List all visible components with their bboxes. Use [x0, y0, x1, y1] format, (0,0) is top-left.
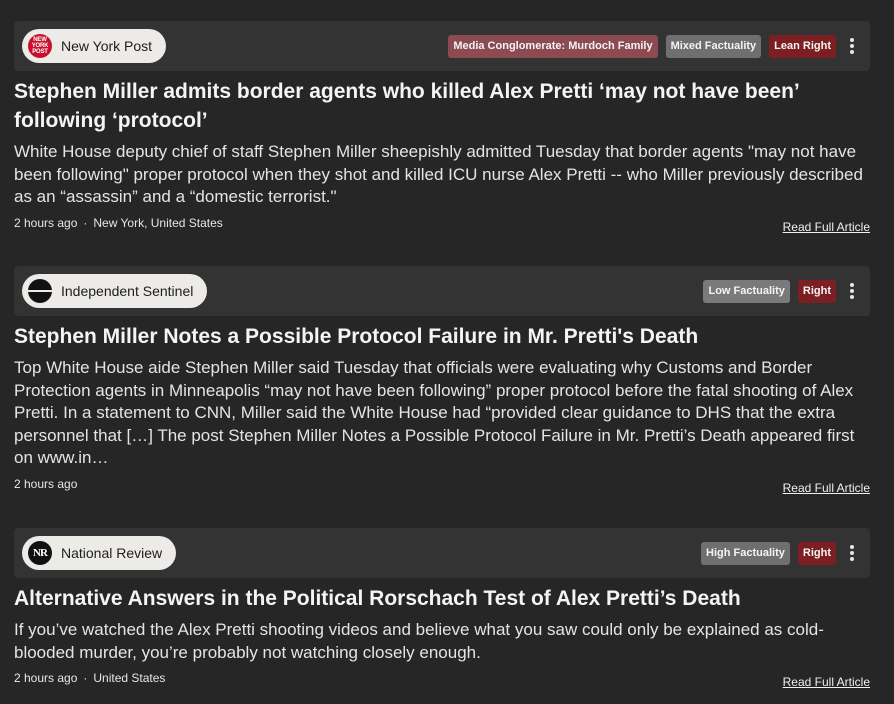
new-york-post-logo: NEW YORK POST — [28, 34, 52, 58]
factuality-badge[interactable]: High Factuality — [701, 541, 790, 565]
bias-badge[interactable]: Lean Right — [769, 34, 836, 58]
bias-badge[interactable]: Right — [797, 279, 836, 303]
article-meta: 2 hours ago Read Full Article — [14, 477, 870, 495]
article-summary: If you’ve watched the Alex Pretti shooti… — [14, 620, 824, 662]
article-location: United States — [93, 671, 166, 685]
news-feed: NEW YORK POST New York Post Media Conglo… — [0, 0, 894, 704]
article-header: NR National Review High Factuality Right — [14, 528, 870, 578]
article-meta: 2 hours ago · New York, United States Re… — [14, 216, 870, 234]
article-header: Independent Sentinel Low Factuality Righ… — [14, 266, 870, 316]
source-pill[interactable]: NEW YORK POST New York Post — [22, 29, 167, 63]
article-time: 2 hours ago — [14, 215, 78, 230]
article-headline[interactable]: Stephen Miller admits border agents who … — [14, 77, 870, 135]
article-card: Independent Sentinel Low Factuality Righ… — [14, 266, 870, 495]
ownership-badge[interactable]: Media Conglomerate: Murdoch Family — [448, 34, 658, 58]
article-headline[interactable]: Alternative Answers in the Political Ror… — [14, 584, 870, 613]
more-options-icon[interactable] — [842, 279, 862, 303]
source-name: New York Post — [61, 38, 153, 54]
article-meta: 2 hours ago · United States Read Full Ar… — [14, 671, 870, 689]
read-full-article-link[interactable]: Read Full Article — [783, 675, 870, 689]
factuality-badge[interactable]: Low Factuality — [703, 279, 790, 303]
article-summary: White House deputy chief of staff Stephe… — [14, 142, 863, 206]
article-card: NEW YORK POST New York Post Media Conglo… — [14, 21, 870, 234]
source-name: National Review — [61, 545, 163, 561]
read-full-article-link[interactable]: Read Full Article — [783, 220, 870, 234]
article-card: NR National Review High Factuality Right… — [14, 528, 870, 689]
logo-text: NEW YORK POST — [31, 37, 49, 55]
meta-separator: · — [83, 671, 88, 685]
source-pill[interactable]: NR National Review — [22, 536, 177, 570]
article-header: NEW YORK POST New York Post Media Conglo… — [14, 21, 870, 71]
article-headline[interactable]: Stephen Miller Notes a Possible Protocol… — [14, 322, 870, 351]
factuality-badge[interactable]: Mixed Factuality — [665, 34, 762, 58]
source-name: Independent Sentinel — [61, 283, 194, 299]
article-time: 2 hours ago — [14, 671, 78, 685]
bias-badge[interactable]: Right — [797, 541, 836, 565]
meta-separator: · — [83, 215, 88, 230]
more-options-icon[interactable] — [842, 541, 862, 565]
article-time: 2 hours ago — [14, 476, 78, 491]
read-full-article-link[interactable]: Read Full Article — [783, 481, 870, 495]
independent-sentinel-logo — [28, 279, 52, 303]
source-pill[interactable]: Independent Sentinel — [22, 274, 208, 308]
national-review-logo: NR — [28, 541, 52, 565]
logo-text: NR — [33, 547, 48, 559]
article-summary: Top White House aide Stephen Miller said… — [14, 358, 855, 467]
more-options-icon[interactable] — [842, 34, 862, 58]
article-location: New York, United States — [93, 215, 223, 230]
